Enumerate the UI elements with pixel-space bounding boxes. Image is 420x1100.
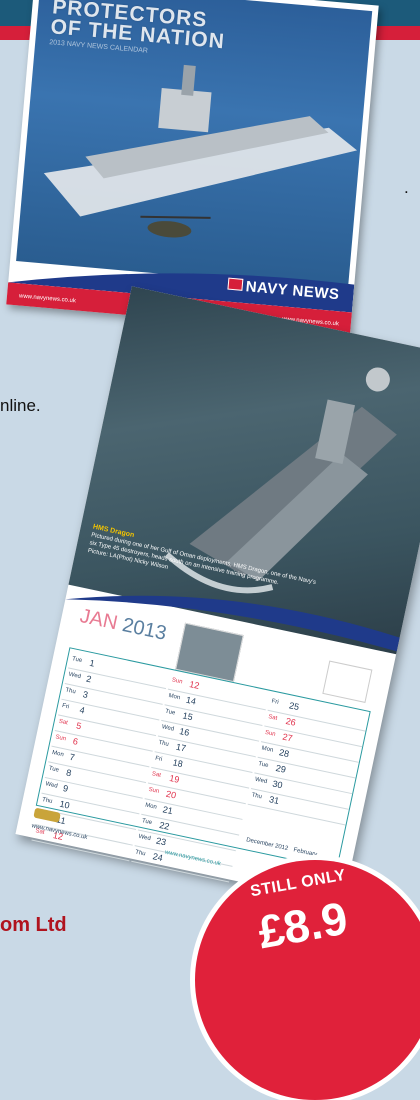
date-number: 21 [161, 804, 174, 817]
date-number: 28 [278, 747, 291, 760]
weekday-label: Tue [48, 765, 60, 774]
mini-calendars: December 2012 February [246, 837, 333, 861]
weekday-label: Mon [167, 692, 181, 702]
weekday-label: Fri [270, 698, 280, 706]
weekday-label: Wed [137, 833, 152, 843]
footer-url-left: www.navynews.co.uk [18, 293, 77, 305]
mini-december-label: December 2012 [245, 837, 289, 852]
date-number: 15 [181, 710, 194, 723]
weekday-label: Tue [141, 818, 153, 827]
date-number: 24 [151, 851, 164, 864]
weekday-label: Wed [44, 781, 59, 790]
date-number: 29 [274, 762, 287, 775]
date-number: 26 [284, 715, 297, 728]
weekday-label: Thu [134, 849, 146, 858]
stray-dot: . [404, 178, 409, 197]
calendar-january: HMS Dragon Pictured during one of her Gu… [15, 286, 420, 904]
stray-text-online: nline. [0, 396, 41, 415]
date-number: 5 [75, 720, 83, 732]
date-number: 31 [268, 794, 281, 807]
date-number: 18 [171, 757, 184, 770]
date-number: 14 [185, 694, 197, 707]
weekday-label: Wed [68, 671, 82, 681]
mini-february-label: February [292, 847, 318, 859]
weekday-label: Tue [71, 656, 83, 665]
weekday-label: Wed [254, 776, 268, 786]
date-number: 16 [178, 726, 191, 738]
weekday-label: Sat [267, 714, 278, 722]
date-number: 27 [281, 731, 294, 744]
weekday-label: Tue [257, 761, 269, 770]
carrier-photo: PROTECTORS OF THE NATION 2013 NAVY NEWS … [16, 0, 373, 291]
publisher-text: om Ltd [0, 914, 67, 936]
date-number: 22 [158, 819, 171, 832]
weekday-label: Thu [41, 796, 53, 805]
weekday-label: Thu [64, 687, 77, 696]
date-number: 8 [65, 767, 73, 779]
date-number: 20 [165, 788, 178, 801]
date-column-3: Fri 25 Sat 26 Sun 27 Mon 28 Tue 29 Wed 30 Thu 31 [247, 695, 369, 826]
weekday-label: Wed [161, 724, 175, 733]
weekday-label: Mon [261, 745, 274, 754]
calendar-protectors: PROTECTORS OF THE NATION 2013 NAVY NEWS … [6, 0, 379, 335]
weekday-label: Mon [51, 749, 65, 759]
weekday-label: Tue [164, 708, 176, 717]
date-number: 9 [62, 783, 70, 794]
weekday-label: Sun [54, 734, 67, 743]
date-number: 7 [68, 751, 76, 763]
date-number: 2 [85, 673, 93, 685]
notes-box [322, 660, 373, 703]
date-number: 23 [155, 835, 168, 848]
flag-icon [227, 277, 244, 291]
date-number: 19 [168, 772, 181, 785]
weekday-label: Thu [157, 739, 170, 748]
weekday-label: Sat [58, 718, 69, 727]
date-number: 25 [288, 700, 301, 713]
date-number: 4 [78, 704, 86, 716]
weekday-label: Mon [144, 802, 158, 811]
date-number: 1 [88, 657, 96, 669]
weekday-label: Sun [147, 786, 160, 795]
weekday-label: Fri [61, 703, 70, 711]
weekday-label: Sun [171, 677, 183, 686]
date-number: 10 [58, 798, 71, 811]
date-number: 12 [188, 679, 201, 691]
weekday-label: Fri [154, 755, 163, 763]
date-number: 30 [271, 778, 284, 791]
weekday-label: Thu [251, 792, 263, 801]
date-number: 6 [72, 736, 79, 747]
date-number: 17 [175, 741, 187, 754]
date-number: 3 [81, 689, 89, 700]
weekday-label: Sun [264, 729, 277, 738]
weekday-label: Sat [151, 771, 162, 779]
